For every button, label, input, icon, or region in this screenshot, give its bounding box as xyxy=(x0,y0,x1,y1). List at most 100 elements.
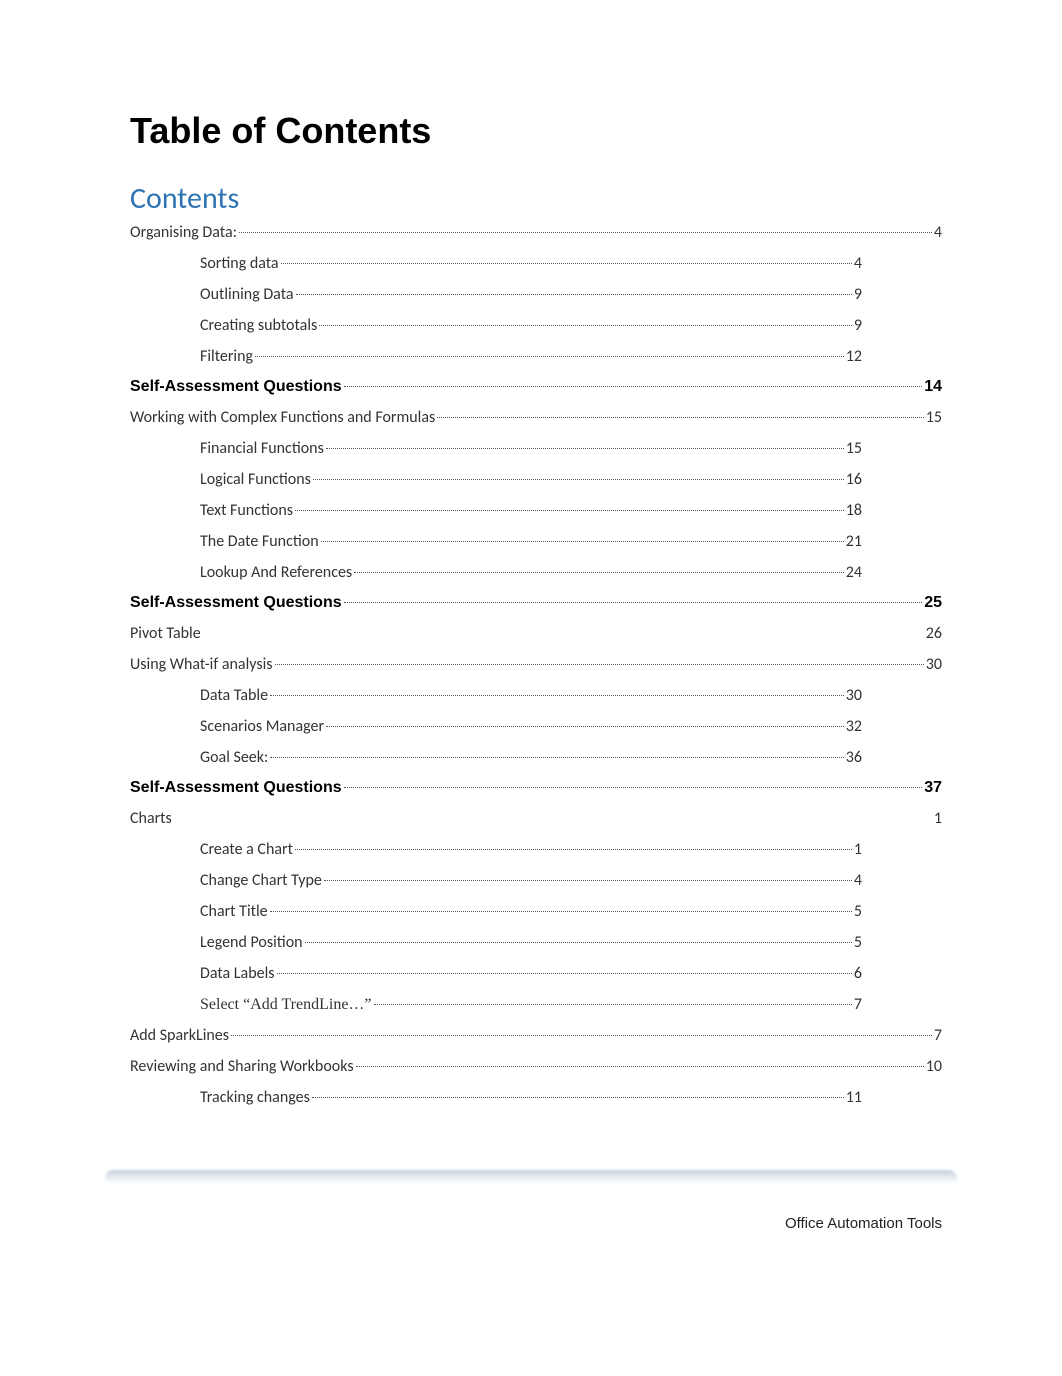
toc-entry-page: 9 xyxy=(854,285,862,304)
toc-leader xyxy=(326,726,844,727)
toc-entry-page: 11 xyxy=(846,1088,862,1107)
toc-entry: Goal Seek:36 xyxy=(130,748,942,767)
toc-entry: Chart Title5 xyxy=(130,902,942,921)
toc-entry-label: Using What-if analysis xyxy=(130,655,273,674)
toc-entry-page: 36 xyxy=(846,748,862,767)
toc-entry-page: 24 xyxy=(846,563,862,582)
toc-entry: Scenarios Manager 32 xyxy=(130,717,942,736)
toc-entry-label: Organising Data: xyxy=(130,223,237,242)
toc-entry-label: The Date Function xyxy=(200,532,319,551)
toc-entry-label: Financial Functions xyxy=(200,439,324,458)
toc-entry: Legend Position 5 xyxy=(130,933,942,952)
toc-entry-label: Charts xyxy=(130,809,172,828)
toc-leader xyxy=(277,973,852,974)
toc-leader xyxy=(356,1066,924,1067)
toc-entry-label: Data Table xyxy=(200,686,268,705)
toc-leader xyxy=(281,263,852,264)
toc-entry-label: Filtering xyxy=(200,347,253,366)
toc-entry-label: Add SparkLines xyxy=(130,1026,229,1045)
toc-leader xyxy=(275,664,924,665)
toc-leader xyxy=(270,757,843,758)
toc-entry-label: Text Functions xyxy=(200,501,293,520)
toc-leader xyxy=(255,356,844,357)
decorative-divider xyxy=(105,1170,957,1186)
toc-entry-label: Data Labels xyxy=(200,964,275,983)
toc-entry: Self-Assessment Questions 14 xyxy=(130,378,942,396)
toc-entry: Pivot Table 26 xyxy=(130,624,942,643)
toc-entry-page: 30 xyxy=(926,655,942,674)
toc-entry-page: 15 xyxy=(926,408,942,427)
toc-entry-page: 5 xyxy=(854,902,862,921)
toc-entry-page: 25 xyxy=(924,594,942,612)
document-page: Table of Contents Contents Organising Da… xyxy=(0,0,1062,1376)
toc-entry-label: Outlining Data xyxy=(200,285,294,304)
toc-leader xyxy=(344,602,923,603)
toc-entry-page: 1 xyxy=(854,840,862,859)
toc-entry-label: Scenarios Manager xyxy=(200,717,324,736)
toc-leader xyxy=(270,911,852,912)
toc-entry-label: Self-Assessment Questions xyxy=(130,378,342,396)
footer-text: Office Automation Tools xyxy=(785,1215,942,1232)
toc-entry-label: Sorting data xyxy=(200,254,279,273)
toc-leader xyxy=(295,510,844,511)
toc-entry-label: Self-Assessment Questions xyxy=(130,779,342,797)
toc-entry-page: 4 xyxy=(934,223,942,242)
toc-entry-page: 32 xyxy=(846,717,862,736)
toc-entry-label: Legend Position xyxy=(200,933,303,952)
toc-entry-label: Pivot Table xyxy=(130,624,201,643)
toc-leader xyxy=(374,1004,852,1005)
toc-entry: Creating subtotals 9 xyxy=(130,316,942,335)
toc-entry-page: 37 xyxy=(924,779,942,797)
toc-entry-page: 4 xyxy=(854,871,862,890)
toc-leader xyxy=(295,849,852,850)
toc-entry-label: Tracking changes xyxy=(200,1088,310,1107)
toc-leader xyxy=(231,1035,932,1036)
toc-entry: Tracking changes 11 xyxy=(130,1088,942,1107)
toc-entry-label: Change Chart Type xyxy=(200,871,322,890)
toc-entry-page: 18 xyxy=(846,501,862,520)
table-of-contents: Organising Data: 4 Sorting data 4 Outlining … xyxy=(130,223,942,1107)
toc-leader xyxy=(296,294,852,295)
toc-entry: Change Chart Type 4 xyxy=(130,871,942,890)
toc-leader xyxy=(354,572,844,573)
page-title: Table of Contents xyxy=(130,110,942,152)
toc-leader xyxy=(270,695,844,696)
toc-entry: The Date Function21 xyxy=(130,532,942,551)
toc-leader xyxy=(344,386,923,387)
toc-entry: Add SparkLines7 xyxy=(130,1026,942,1045)
toc-entry: Text Functions 18 xyxy=(130,501,942,520)
contents-heading: Contents xyxy=(130,180,942,217)
toc-entry: Create a Chart 1 xyxy=(130,840,942,859)
toc-entry-label: Logical Functions xyxy=(200,470,311,489)
toc-leader xyxy=(326,448,844,449)
toc-entry-page: 6 xyxy=(854,964,862,983)
toc-leader xyxy=(324,880,852,881)
toc-entry-label: Creating subtotals xyxy=(200,316,317,335)
toc-entry-page: 7 xyxy=(854,995,862,1014)
toc-entry-page: 30 xyxy=(846,686,862,705)
toc-leader xyxy=(319,325,852,326)
toc-entry-label: Reviewing and Sharing Workbooks xyxy=(130,1057,354,1076)
toc-entry-page: 9 xyxy=(854,316,862,335)
toc-entry: Lookup And References24 xyxy=(130,563,942,582)
toc-entry-page: 4 xyxy=(854,254,862,273)
toc-leader xyxy=(321,541,844,542)
toc-entry-page: 16 xyxy=(846,470,862,489)
toc-entry-page: 5 xyxy=(854,933,862,952)
toc-entry: Financial Functions15 xyxy=(130,439,942,458)
toc-entry-label: Create a Chart xyxy=(200,840,293,859)
toc-entry: Self-Assessment Questions 37 xyxy=(130,779,942,797)
toc-leader xyxy=(305,942,852,943)
toc-leader xyxy=(312,1097,844,1098)
toc-entry: Data Table 30 xyxy=(130,686,942,705)
toc-entry-page: 14 xyxy=(924,378,942,396)
toc-entry: Logical Functions 16 xyxy=(130,470,942,489)
toc-entry: Working with Complex Functions and Formu… xyxy=(130,408,942,427)
toc-leader xyxy=(344,787,923,788)
toc-leader xyxy=(313,479,844,480)
toc-entry-label: Working with Complex Functions and Formu… xyxy=(130,408,435,427)
toc-entry: Charts1 xyxy=(130,809,942,828)
toc-entry: Data Labels 6 xyxy=(130,964,942,983)
toc-entry-page: 26 xyxy=(926,624,942,643)
toc-entry: Organising Data: 4 xyxy=(130,223,942,242)
